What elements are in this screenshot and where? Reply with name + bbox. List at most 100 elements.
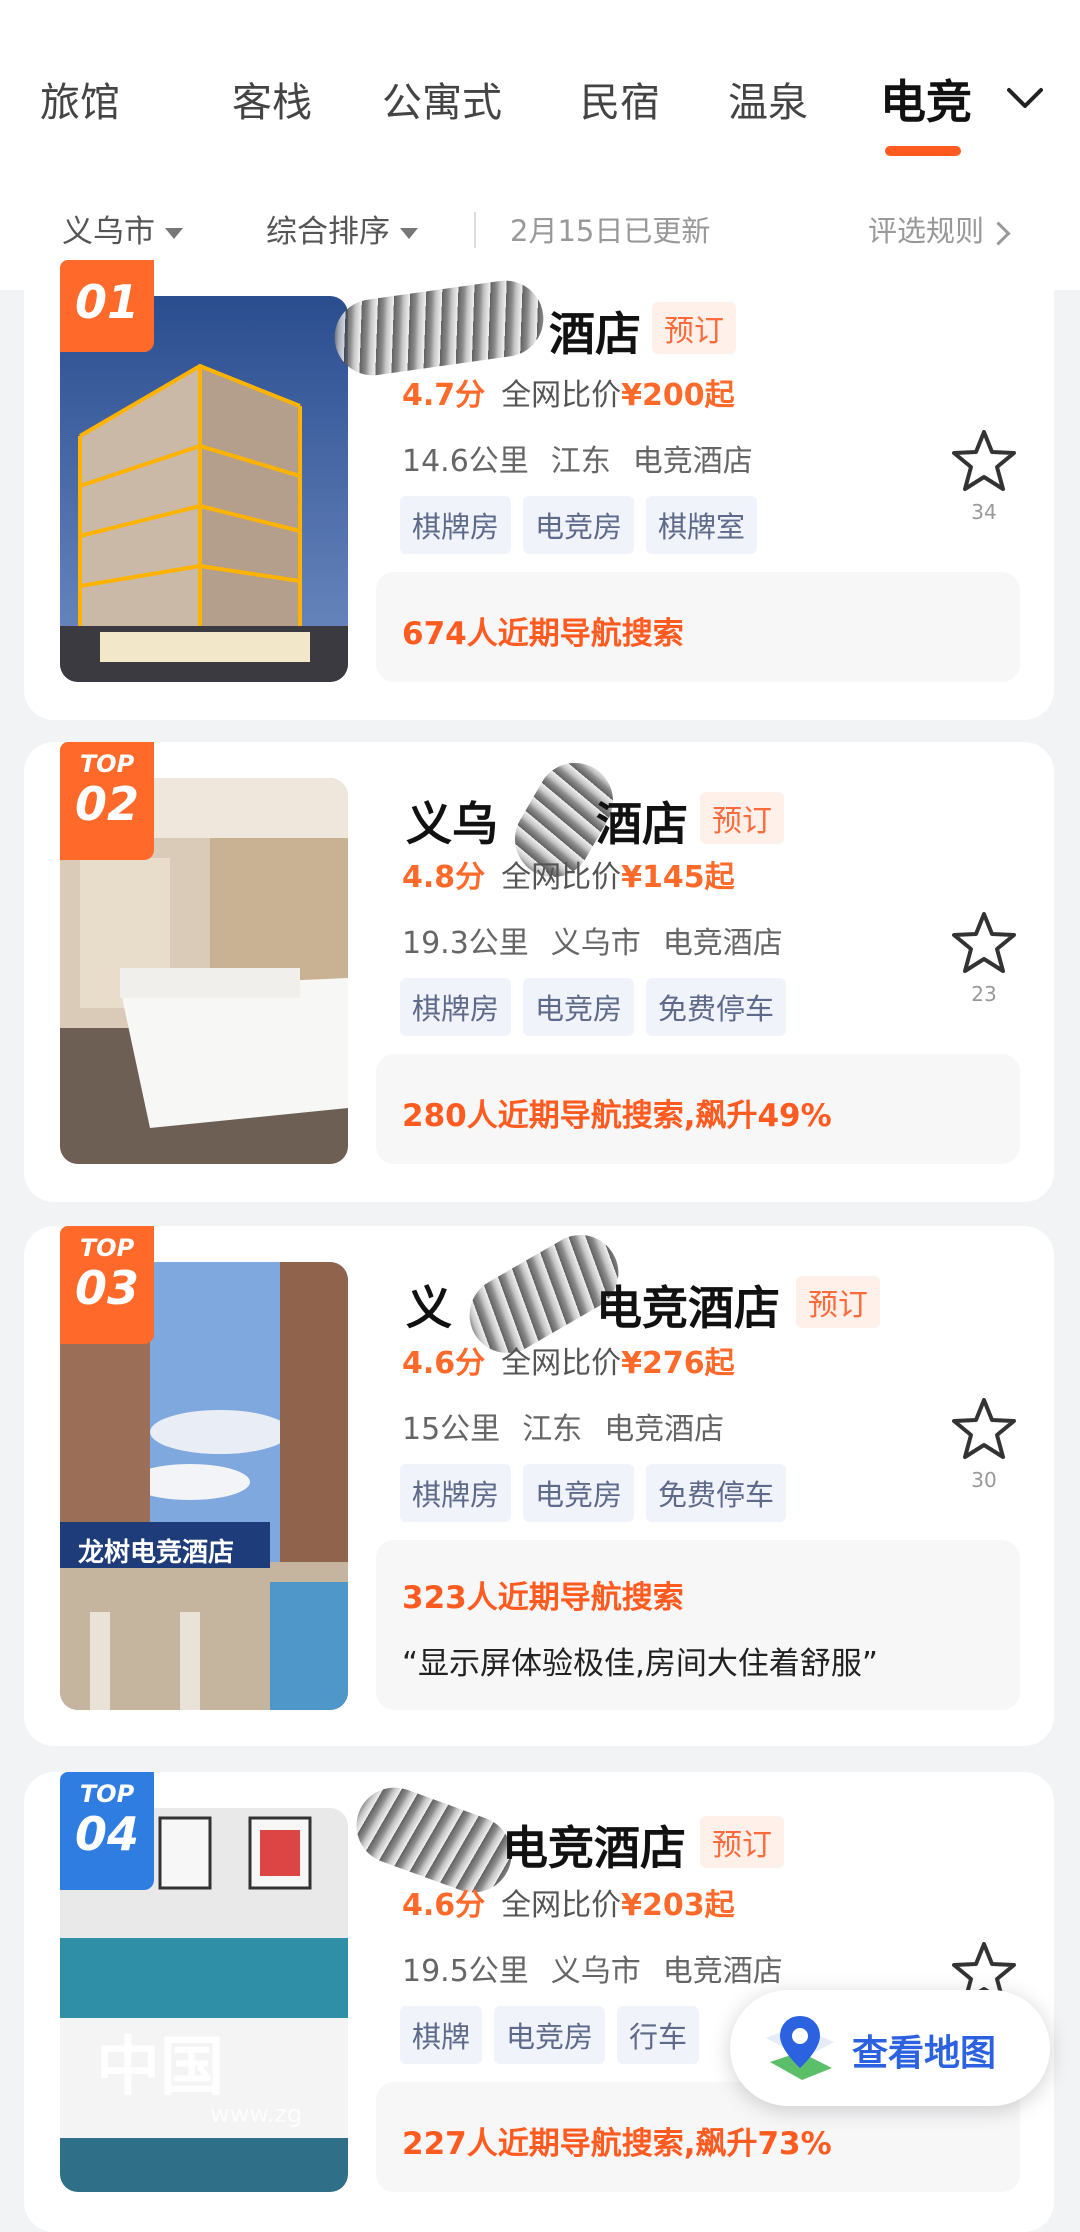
area: 江东 xyxy=(522,1412,583,1447)
filter-bar: 义乌市 综合排序 2月15日已更新 评选规则 xyxy=(0,206,1080,256)
hotel-card[interactable]: 龙树电竞酒店 TOP 03 义 电竞酒店 预订 4.6分 全网比价¥276起 15… xyxy=(24,1226,1054,1746)
book-tag[interactable]: 预订 xyxy=(700,792,784,844)
sort-filter[interactable]: 综合排序 xyxy=(266,206,418,251)
distance: 15公里 xyxy=(402,1412,501,1447)
caret-down-icon xyxy=(165,228,183,239)
view-map-label: 查看地图 xyxy=(852,2033,997,2074)
price-compare-label: 全网比价 xyxy=(501,860,622,895)
search-trend-text: 323人近期导航搜索 xyxy=(402,1580,684,1616)
city-filter[interactable]: 义乌市 xyxy=(62,206,183,251)
rating-score: 4.6分 xyxy=(402,1346,486,1381)
tab-esports[interactable]: 电竞 xyxy=(880,66,972,132)
location-line: 15公里 江东 电竞酒店 xyxy=(402,1404,746,1448)
top-header: 旅馆 客栈 公寓式 民宿 温泉 电竞 义乌市 综合排序 2月15日已更新 评选规… xyxy=(0,0,1080,290)
chevron-down-icon[interactable] xyxy=(1005,84,1045,114)
feature-tags: 棋牌房 电竞房 免费停车 xyxy=(400,1464,798,1522)
price: ¥203起 xyxy=(621,1888,735,1923)
favorite-button[interactable]: 30 xyxy=(944,1396,1024,1492)
view-map-button[interactable]: 查看地图 xyxy=(730,1990,1050,2106)
rank-number: 04 xyxy=(74,1807,139,1861)
feature-tag: 电竞房 xyxy=(523,978,635,1036)
watermark-url: www.zg xyxy=(210,2100,303,2128)
review-quote: “显示屏体验极佳,房间大住着舒服” xyxy=(402,1646,878,1682)
distance: 14.6公里 xyxy=(402,444,529,479)
feature-tags: 棋牌房 电竞房 棋牌室 xyxy=(400,496,769,554)
star-icon xyxy=(952,912,1016,973)
feature-tag: 棋牌房 xyxy=(400,496,512,554)
category-tabs: 旅馆 客栈 公寓式 民宿 温泉 电竞 xyxy=(0,70,1080,150)
feature-tag: 电竞房 xyxy=(523,1464,635,1522)
price-compare-label: 全网比价 xyxy=(501,1888,622,1923)
favorite-count: 23 xyxy=(971,982,997,1006)
price: ¥200起 xyxy=(621,378,735,413)
location-line: 19.3公里 义乌市 电竞酒店 xyxy=(402,918,805,962)
category: 电竞酒店 xyxy=(662,1954,783,1989)
price-compare-label: 全网比价 xyxy=(501,378,622,413)
price-compare-label: 全网比价 xyxy=(501,1346,622,1381)
book-tag[interactable]: 预订 xyxy=(652,302,736,354)
watermark-logo: 中国 xyxy=(96,2031,224,2105)
rank-top-label: TOP xyxy=(79,1234,135,1262)
favorite-count: 30 xyxy=(971,1468,997,1492)
price: ¥145起 xyxy=(621,860,735,895)
hotel-name-prefix: 义乌 xyxy=(406,797,498,851)
divider xyxy=(474,212,476,248)
area: 江东 xyxy=(550,444,611,479)
feature-tag: 棋牌房 xyxy=(400,978,512,1036)
rules-link[interactable]: 评选规则 xyxy=(868,208,1011,250)
category: 电竞酒店 xyxy=(604,1412,725,1447)
rank-top-label: TOP xyxy=(79,750,135,778)
feature-tag: 棋牌 xyxy=(400,2006,483,2064)
tab-homestay[interactable]: 民宿 xyxy=(580,70,660,128)
hotel-name[interactable]: 电竞酒店 xyxy=(596,1272,780,1338)
tab-hot-spring[interactable]: 温泉 xyxy=(728,70,808,128)
price: ¥276起 xyxy=(621,1346,735,1381)
rank-badge: TOP 04 xyxy=(60,1772,154,1890)
feature-tag: 棋牌室 xyxy=(646,496,758,554)
tab-inn[interactable]: 客栈 xyxy=(232,70,312,128)
hotel-name[interactable]: 电竞酒店 xyxy=(502,1812,686,1878)
caret-down-icon xyxy=(400,228,418,239)
book-tag[interactable]: 预订 xyxy=(700,1816,784,1868)
hotel-photo xyxy=(60,296,348,682)
search-trend-text: 674人近期导航搜索 xyxy=(402,616,684,652)
hotel-card[interactable]: TOP 02 义乌 酒店 预订 4.8分 全网比价¥145起 19.3公里 义乌市电… xyxy=(24,742,1054,1202)
favorite-count: 34 xyxy=(971,500,997,524)
favorite-button[interactable]: 23 xyxy=(944,910,1024,1006)
map-pin-icon xyxy=(766,2016,834,2080)
search-trend-box: 674人近期导航搜索 xyxy=(376,572,1020,682)
sort-filter-label: 综合排序 xyxy=(266,214,390,250)
hotel-card[interactable]: 01 酒店 预订 4.7分 全网比价¥200起 14.6公里 江东 电竞酒店 棋牌房电… xyxy=(24,260,1054,720)
tab-hostel[interactable]: 旅馆 xyxy=(40,70,120,128)
feature-tags: 棋牌房 电竞房 免费停车 xyxy=(400,978,798,1036)
feature-tag: 电竞房 xyxy=(523,496,635,554)
rating-price-line: 4.7分 全网比价¥200起 xyxy=(402,370,735,414)
star-icon xyxy=(952,1398,1016,1459)
favorite-button[interactable]: 34 xyxy=(944,428,1024,524)
feature-tag: 棋牌房 xyxy=(400,1464,512,1522)
book-tag[interactable]: 预订 xyxy=(796,1276,880,1328)
chevron-right-icon xyxy=(986,220,1011,246)
search-trend-box: 280人近期导航搜索,飙升49% xyxy=(376,1054,1020,1164)
city-filter-label: 义乌市 xyxy=(62,214,155,250)
rating-score: 4.6分 xyxy=(402,1888,486,1923)
hotel-name[interactable]: 酒店 xyxy=(549,298,641,364)
active-tab-indicator xyxy=(885,146,961,156)
hotel-name[interactable]: 酒店 xyxy=(596,788,688,854)
distance: 19.5公里 xyxy=(402,1954,529,1989)
photo-sign-text: 龙树电竞酒店 xyxy=(78,1538,235,1568)
tab-apartment[interactable]: 公寓式 xyxy=(382,70,502,128)
rating-price-line: 4.6分 全网比价¥276起 xyxy=(402,1338,735,1382)
rating-score: 4.7分 xyxy=(402,378,486,413)
category: 电竞酒店 xyxy=(662,926,783,961)
location-line: 19.5公里 义乌市 电竞酒店 xyxy=(402,1946,805,1990)
update-status: 2月15日已更新 xyxy=(510,214,711,248)
distance: 19.3公里 xyxy=(402,926,529,961)
rank-badge: TOP 02 xyxy=(60,742,154,860)
area: 义乌市 xyxy=(550,1954,641,1989)
feature-tag: 免费停车 xyxy=(646,978,787,1036)
rating-price-line: 4.8分 全网比价¥145起 xyxy=(402,852,735,896)
rank-number: 01 xyxy=(74,275,139,329)
rank-number: 02 xyxy=(74,777,139,831)
rank-number: 03 xyxy=(74,1261,139,1315)
